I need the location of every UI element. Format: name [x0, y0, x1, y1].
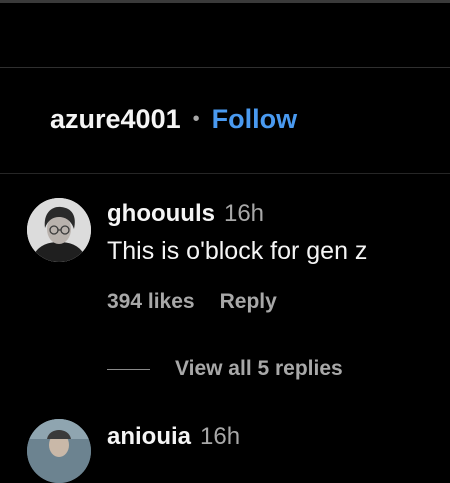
comment-timestamp: 16h — [200, 423, 241, 450]
header-divider-top — [0, 67, 450, 68]
comment-text: This is o'block for gen z — [107, 237, 368, 265]
comment-username[interactable]: aniouia — [107, 423, 191, 451]
post-header: azure4001 • Follow — [50, 104, 297, 135]
view-replies-label: View all 5 replies — [175, 357, 343, 380]
top-border — [0, 0, 450, 3]
follow-button[interactable]: Follow — [212, 104, 297, 135]
comment-actions: 394 likes Reply — [107, 290, 277, 314]
comment-meta: ghoouuls 16h — [107, 200, 264, 228]
reply-button[interactable]: Reply — [220, 290, 277, 314]
comment-username[interactable]: ghoouuls — [107, 200, 215, 228]
post-author-username[interactable]: azure4001 — [50, 104, 181, 135]
comment-timestamp: 16h — [223, 200, 265, 227]
header-divider-bottom — [0, 173, 450, 174]
avatar[interactable] — [27, 198, 91, 262]
likes-count[interactable]: 394 likes — [107, 290, 195, 314]
comment-meta: aniouia 16h — [107, 423, 240, 451]
view-replies-button[interactable]: View all 5 replies — [107, 357, 343, 381]
user-portrait-icon — [27, 419, 91, 483]
avatar[interactable] — [27, 419, 91, 483]
replies-line-icon — [107, 368, 150, 370]
user-portrait-icon — [27, 198, 91, 262]
separator-dot: • — [192, 108, 200, 130]
